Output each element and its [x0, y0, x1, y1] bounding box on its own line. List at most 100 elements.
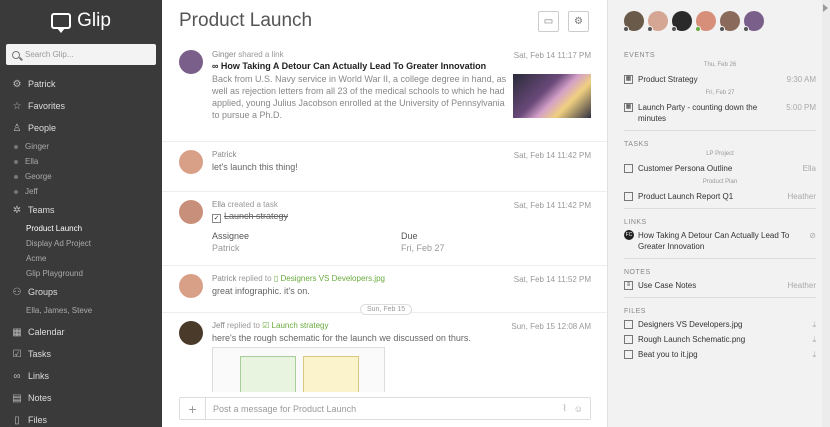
sidebar-group-item[interactable]: Ella, James, Steve — [0, 303, 162, 318]
task-assignee: Ella — [802, 164, 816, 173]
note-item[interactable]: ≡ Use Case Notes Heather — [624, 280, 816, 291]
avatar[interactable] — [695, 11, 716, 32]
checkbox-icon[interactable] — [624, 164, 633, 173]
sidebar-team-glip-playground[interactable]: Glip Playground — [0, 266, 162, 281]
message-post: Ginger shared a link ∞ How Taking A Deto… — [162, 42, 607, 142]
link-thumbnail[interactable] — [513, 74, 591, 118]
settings-button[interactable]: ⚙ — [568, 11, 589, 32]
post-author[interactable]: Ella — [212, 200, 225, 209]
avatar[interactable] — [743, 11, 764, 32]
right-panel: EVENTS Thu, Feb 26 ▦ Product Strategy 9:… — [607, 0, 830, 427]
schematic-panel-left — [240, 356, 296, 392]
avatar[interactable] — [179, 274, 203, 298]
avatar[interactable] — [623, 11, 644, 32]
sidebar-item-teams[interactable]: ✲ Teams — [0, 199, 162, 221]
checkbox-icon: ☑ — [12, 348, 22, 360]
attached-image-schematic[interactable] — [212, 347, 385, 392]
sidebar-item-links[interactable]: ∞ Links — [0, 365, 162, 387]
presence-dot — [671, 26, 677, 32]
avatar[interactable] — [647, 11, 668, 32]
sidebar-team-acme[interactable]: Acme — [0, 251, 162, 266]
link-icon: ∞ — [13, 370, 21, 382]
sidebar-item-label: Favorites — [28, 101, 66, 111]
shared-link-title[interactable]: ∞ How Taking A Detour Can Actually Lead … — [212, 61, 593, 71]
message-feed[interactable]: Ginger shared a link ∞ How Taking A Deto… — [162, 42, 607, 392]
post-author[interactable]: Ginger — [212, 50, 236, 59]
link-item[interactable]: FC How Taking A Detour Can Actually Lead… — [624, 230, 816, 252]
file-title: Designers VS Developers.jpg — [638, 320, 743, 329]
presence-dot — [695, 26, 701, 32]
search-icon — [12, 50, 20, 59]
sidebar-item-favorites[interactable]: ☆ Favorites — [0, 95, 162, 117]
task-item[interactable]: Product Launch Report Q1 Heather — [624, 191, 816, 202]
composer-placeholder: Post a message for Product Launch — [213, 403, 357, 414]
star-icon: ☆ — [12, 100, 22, 112]
sidebar-team-product-launch[interactable]: Product Launch — [0, 221, 162, 236]
team-members — [608, 0, 830, 42]
file-item[interactable]: Designers VS Developers.jpg ⤓ — [624, 319, 816, 330]
avatar[interactable] — [179, 200, 203, 224]
sidebar-item-files[interactable]: ▯ Files — [0, 409, 162, 427]
file-title: Beat you to it.jpg — [638, 350, 698, 359]
avatar[interactable] — [719, 11, 740, 32]
teams-icon: ✲ — [12, 204, 22, 216]
collapse-panel-icon[interactable] — [823, 4, 828, 12]
post-author[interactable]: Patrick — [212, 274, 236, 283]
post-author[interactable]: Jeff — [212, 321, 225, 330]
paperclip-icon[interactable]: ⌇ — [562, 403, 566, 414]
video-call-button[interactable]: ▭ — [538, 11, 559, 32]
app-logo[interactable]: Glip — [0, 0, 162, 42]
panel-scrollbar[interactable] — [822, 0, 830, 427]
task-details: Assignee Patrick Due Fri, Feb 27 — [212, 231, 593, 253]
checkbox-icon[interactable] — [624, 192, 633, 201]
task-item[interactable]: Customer Persona Outline Ella — [624, 163, 816, 174]
checkbox-checked-icon[interactable]: ✓ — [212, 214, 221, 223]
post-author[interactable]: Patrick — [212, 150, 236, 159]
task-title: Customer Persona Outline — [638, 164, 733, 173]
note-icon: ≡ — [624, 281, 633, 290]
avatar[interactable] — [179, 321, 203, 345]
event-title: Product Strategy — [638, 75, 698, 84]
file-reference-link[interactable]: ▯ Designers VS Developers.jpg — [274, 274, 385, 283]
sidebar-person-ginger[interactable]: Ginger — [0, 139, 162, 154]
add-attachment-button[interactable]: + — [180, 398, 206, 419]
sidebar-item-notes[interactable]: ▤ Notes — [0, 387, 162, 409]
download-icon[interactable]: ⤓ — [812, 319, 816, 330]
event-item[interactable]: ▦ Product Strategy 9:30 AM — [624, 74, 816, 85]
file-item[interactable]: Beat you to it.jpg ⤓ — [624, 349, 816, 360]
note-icon: ▤ — [12, 392, 22, 404]
post-text: here's the rough schematic for the launc… — [212, 333, 471, 343]
sidebar-team-display-ad[interactable]: Display Ad Project — [0, 236, 162, 251]
glip-logo-icon — [51, 13, 72, 33]
video-icon: ▭ — [543, 16, 554, 27]
sidebar-item-calendar[interactable]: ▦ Calendar — [0, 321, 162, 343]
avatar[interactable] — [179, 50, 203, 74]
sidebar-item-label: Notes — [28, 393, 52, 403]
download-icon[interactable]: ⤓ — [812, 349, 816, 360]
compass-icon[interactable]: ⊘ — [809, 230, 816, 241]
sidebar-item-patrick[interactable]: ⚙ Patrick — [0, 73, 162, 95]
emoji-icon[interactable]: ☺ — [574, 404, 583, 414]
event-time: 9:30 AM — [786, 75, 816, 84]
post-timestamp: Sat, Feb 14 11:42 PM — [513, 151, 591, 160]
shared-link-description: Back from U.S. Navy service in World War… — [212, 74, 507, 120]
link-title: How Taking A Detour Can Actually Lead To… — [638, 231, 790, 251]
link-title-text: How Taking A Detour Can Actually Lead To… — [220, 61, 487, 71]
task-item[interactable]: ✓ Launch strategy — [212, 211, 593, 223]
message-composer[interactable]: + Post a message for Product Launch ⌇ ☺ — [179, 397, 591, 420]
plus-icon: + — [188, 400, 197, 417]
avatar[interactable] — [671, 11, 692, 32]
search-input[interactable]: Search Glip... — [6, 44, 156, 65]
task-reference-link[interactable]: ☑ Launch strategy — [262, 321, 328, 330]
event-item[interactable]: ▦ Launch Party - counting down the minut… — [624, 102, 816, 124]
sidebar-person-george[interactable]: George — [0, 169, 162, 184]
sidebar-person-ella[interactable]: Ella — [0, 154, 162, 169]
sidebar-person-jeff[interactable]: Jeff — [0, 184, 162, 199]
file-item[interactable]: Rough Launch Schematic.png ⤓ — [624, 334, 816, 345]
download-icon[interactable]: ⤓ — [812, 334, 816, 345]
avatar[interactable] — [179, 150, 203, 174]
sidebar-item-people[interactable]: ♙ People — [0, 117, 162, 139]
sidebar-item-tasks[interactable]: ☑ Tasks — [0, 343, 162, 365]
checkbox-icon: ☑ — [262, 321, 272, 330]
sidebar-item-groups[interactable]: ⚇ Groups — [0, 281, 162, 303]
